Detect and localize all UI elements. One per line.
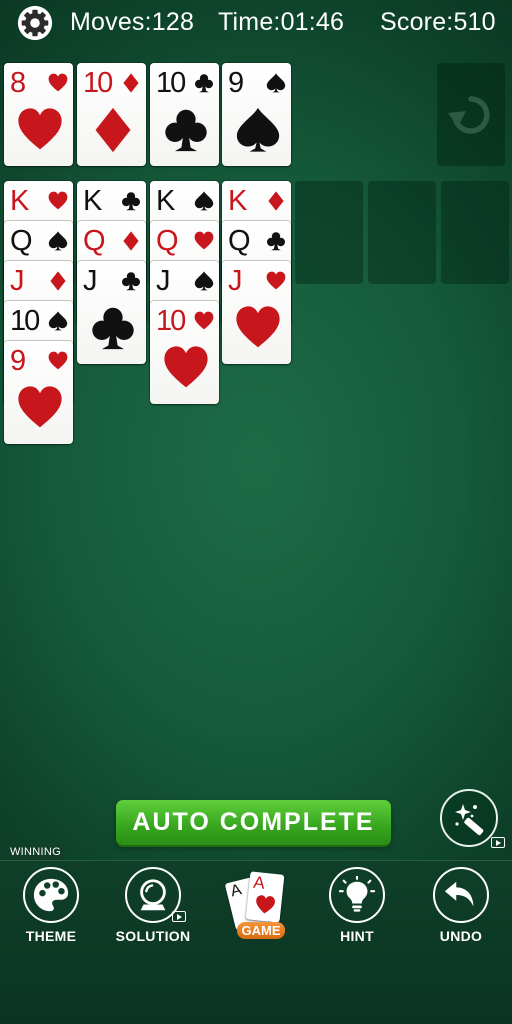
tableau-card-j-heart[interactable]: J (222, 261, 291, 364)
heart-suit-icon (48, 191, 68, 211)
empty-tableau-slot[interactable] (368, 181, 436, 284)
tableau-card-10-heart[interactable]: 10 (150, 301, 219, 404)
card-rank: J (156, 265, 170, 297)
card-rank: 10 (156, 67, 186, 99)
heart-suit-icon (48, 73, 68, 93)
spade-suit-icon (48, 231, 68, 251)
card-rank: 10 (83, 67, 113, 99)
nav-theme-label: THEME (25, 928, 77, 944)
club-suit-icon (121, 271, 141, 291)
club-large-icon (90, 305, 136, 351)
gear-icon[interactable] (16, 4, 54, 42)
nav-hint-label: HINT (340, 928, 374, 944)
diamond-large-icon (90, 107, 136, 153)
card-rank: K (156, 185, 175, 217)
card-rank: Q (228, 225, 251, 257)
foundation-card-9-spade[interactable]: 9 (222, 63, 291, 166)
diamond-suit-icon (266, 191, 286, 211)
diamond-suit-icon (48, 271, 68, 291)
card-rank: Q (83, 225, 106, 257)
card-rank: 9 (228, 67, 244, 99)
video-ad-icon (491, 837, 505, 848)
tableau-card-9-heart[interactable]: 9 (4, 341, 73, 444)
card-rank: 9 (10, 345, 26, 377)
bottom-nav: THEME SOLUTION A A GAME HINT UNDO (0, 860, 512, 1024)
ace-of-hearts-icon: A (245, 871, 285, 923)
card-rank: 8 (10, 67, 26, 99)
heart-suit-icon (194, 231, 214, 251)
card-rank: 10 (10, 305, 40, 337)
score-counter: Score:510 (380, 8, 496, 36)
video-ad-icon (172, 911, 186, 922)
empty-tableau-slot[interactable] (441, 181, 509, 284)
spade-suit-icon (48, 311, 68, 331)
heart-suit-icon (194, 311, 214, 331)
nav-theme[interactable]: THEME (6, 867, 96, 947)
top-bar: Moves:128 Time:01:46 Score:510 (0, 0, 512, 44)
nav-solution[interactable]: SOLUTION (108, 867, 198, 947)
auto-complete-button[interactable]: AUTO COMPLETE (116, 800, 391, 845)
spade-large-icon (235, 107, 281, 153)
winning-label: WINNING (7, 845, 64, 860)
card-rank: K (10, 185, 29, 217)
nav-undo[interactable]: UNDO (416, 867, 506, 947)
moves-counter: Moves:128 (70, 8, 195, 36)
club-suit-icon (121, 191, 141, 211)
heart-large-icon (17, 107, 63, 153)
foundation-card-10-club[interactable]: 10 (150, 63, 219, 166)
foundation-card-8-heart[interactable]: 8 (4, 63, 73, 166)
foundation-card-10-diamond[interactable]: 10 (77, 63, 146, 166)
diamond-suit-icon (121, 73, 141, 93)
heart-suit-icon (48, 351, 68, 371)
magic-wand-button[interactable] (440, 789, 505, 848)
heart-large-icon (17, 385, 63, 431)
magic-wand-icon (455, 804, 484, 836)
nav-solution-label: SOLUTION (115, 928, 191, 944)
nav-game-label: GAME (237, 922, 285, 939)
diamond-suit-icon (121, 231, 141, 251)
club-large-icon (163, 107, 209, 153)
undo-arrow-icon (433, 867, 489, 923)
empty-tableau-slot[interactable] (295, 181, 363, 284)
card-rank: K (83, 185, 102, 217)
nav-undo-label: UNDO (439, 928, 483, 944)
spade-suit-icon (194, 271, 214, 291)
palette-icon (23, 867, 79, 923)
card-rank: 10 (156, 305, 186, 337)
heart-large-icon (235, 305, 281, 351)
card-rank: J (10, 265, 24, 297)
refresh-icon (448, 96, 490, 134)
card-rank: K (228, 185, 247, 217)
card-rank: J (83, 265, 97, 297)
card-rank: Q (10, 225, 33, 257)
heart-large-icon (163, 345, 209, 391)
card-rank: J (228, 265, 242, 297)
spade-suit-icon (194, 191, 214, 211)
lightbulb-icon (329, 867, 385, 923)
tableau-card-j-club[interactable]: J (77, 261, 146, 364)
card-rank: Q (156, 225, 179, 257)
spade-suit-icon (266, 73, 286, 93)
nav-hint[interactable]: HINT (312, 867, 402, 947)
time-counter: Time:01:46 (218, 8, 345, 36)
club-suit-icon (194, 73, 214, 93)
club-suit-icon (266, 231, 286, 251)
heart-suit-icon (266, 271, 286, 291)
stock-pile[interactable] (437, 63, 505, 166)
